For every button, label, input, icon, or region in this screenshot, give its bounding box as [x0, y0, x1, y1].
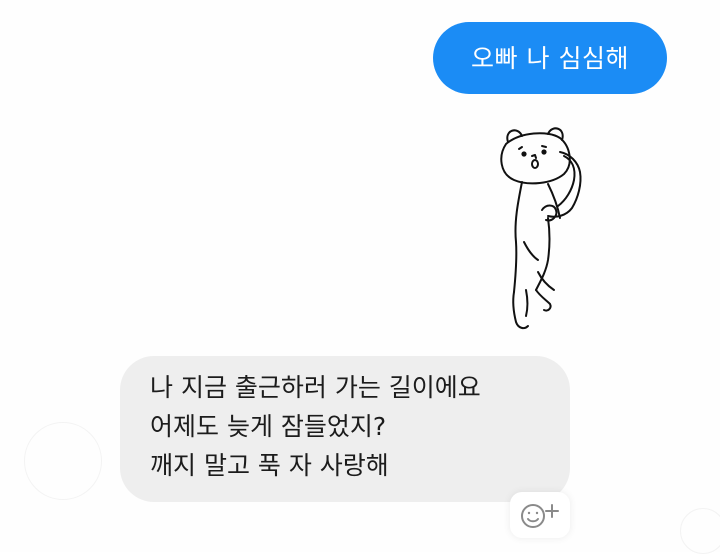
bear-sticker-icon[interactable] — [494, 122, 604, 342]
sent-message-bubble[interactable]: 오빠 나 심심해 — [433, 22, 667, 94]
decorative-circle — [680, 508, 720, 554]
received-message-line-3: 깨지 말고 푹 자 사랑해 — [150, 451, 389, 480]
sent-message-text: 오빠 나 심심해 — [471, 44, 629, 73]
chat-thread: 오빠 나 심심해 나 지금 출근하러 가는 길이에요 어제도 늦게 잠들었지? … — [0, 0, 720, 554]
received-message-bubble[interactable]: 나 지금 출근하러 가는 길이에요 어제도 늦게 잠들었지? 깨지 말고 푹 자… — [120, 356, 570, 502]
add-reaction-icon — [521, 504, 559, 528]
decorative-circle — [24, 422, 102, 500]
received-message-line-2: 어제도 늦게 잠들었지? — [150, 412, 387, 441]
received-message-line-1: 나 지금 출근하러 가는 길이에요 — [150, 373, 481, 402]
add-reaction-button[interactable] — [510, 492, 570, 538]
